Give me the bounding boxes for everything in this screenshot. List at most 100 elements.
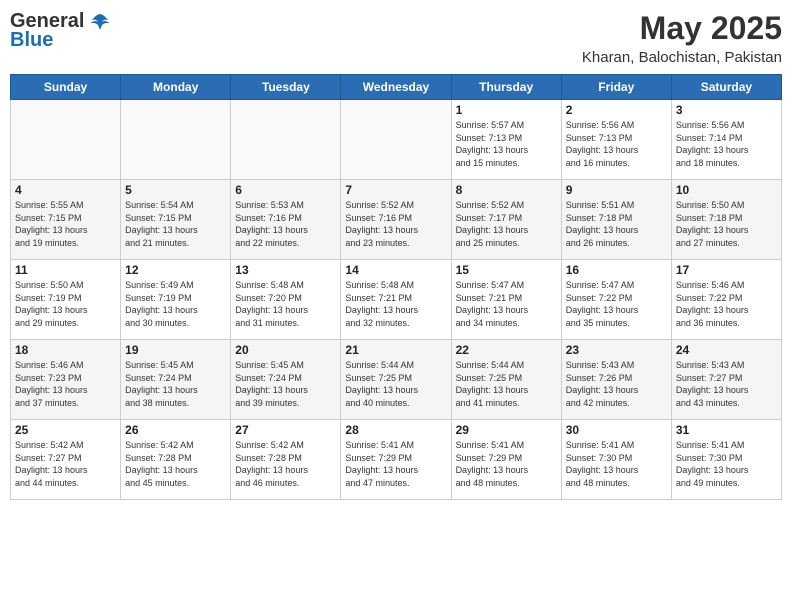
day-number: 19 <box>125 343 226 357</box>
table-row: 3 Sunrise: 5:56 AM Sunset: 7:14 PM Daylig… <box>671 100 781 180</box>
table-row: 11Sunrise: 5:50 AM Sunset: 7:19 PM Dayli… <box>11 260 121 340</box>
day-info: Sunrise: 5:46 AM Sunset: 7:22 PM Dayligh… <box>676 279 777 329</box>
table-row: 4 Sunrise: 5:55 AM Sunset: 7:15 PM Daylig… <box>11 180 121 260</box>
day-number: 8 <box>456 183 557 197</box>
table-row: 26 Sunrise: 5:42 AM Sunset: 7:28 PM Dayli… <box>121 420 231 500</box>
main-title: May 2025 <box>582 10 782 47</box>
table-row <box>341 100 451 180</box>
table-row: 2 Sunrise: 5:56 AM Sunset: 7:13 PM Daylig… <box>561 100 671 180</box>
calendar-week-5: 25 Sunrise: 5:42 AM Sunset: 7:27 PM Dayli… <box>11 420 782 500</box>
day-info: Sunrise: 5:51 AM Sunset: 7:18 PM Dayligh… <box>566 199 667 249</box>
day-number: 7 <box>345 183 446 197</box>
table-row: 21 Sunrise: 5:44 AM Sunset: 7:25 PM Dayli… <box>341 340 451 420</box>
day-info: Sunrise: 5:41 AM Sunset: 7:30 PM Dayligh… <box>566 439 667 489</box>
col-tuesday: Tuesday <box>231 75 341 100</box>
day-number: 21 <box>345 343 446 357</box>
table-row: 18Sunrise: 5:46 AM Sunset: 7:23 PM Dayli… <box>11 340 121 420</box>
day-info: Sunrise: 5:44 AM Sunset: 7:25 PM Dayligh… <box>345 359 446 409</box>
day-number: 31 <box>676 423 777 437</box>
day-info: Sunrise: 5:47 AM Sunset: 7:22 PM Dayligh… <box>566 279 667 329</box>
table-row: 16 Sunrise: 5:47 AM Sunset: 7:22 PM Dayli… <box>561 260 671 340</box>
table-row: 14 Sunrise: 5:48 AM Sunset: 7:21 PM Dayli… <box>341 260 451 340</box>
col-thursday: Thursday <box>451 75 561 100</box>
day-number: 29 <box>456 423 557 437</box>
day-number: 25 <box>15 423 116 437</box>
day-number: 5 <box>125 183 226 197</box>
calendar-week-4: 18Sunrise: 5:46 AM Sunset: 7:23 PM Dayli… <box>11 340 782 420</box>
table-row: 10 Sunrise: 5:50 AM Sunset: 7:18 PM Dayli… <box>671 180 781 260</box>
table-row: 24 Sunrise: 5:43 AM Sunset: 7:27 PM Dayli… <box>671 340 781 420</box>
day-info: Sunrise: 5:57 AM Sunset: 7:13 PM Dayligh… <box>456 119 557 169</box>
day-number: 15 <box>456 263 557 277</box>
logo-bird-icon <box>88 12 112 32</box>
table-row: 28 Sunrise: 5:41 AM Sunset: 7:29 PM Dayli… <box>341 420 451 500</box>
day-info: Sunrise: 5:56 AM Sunset: 7:13 PM Dayligh… <box>566 119 667 169</box>
day-number: 14 <box>345 263 446 277</box>
table-row: 31 Sunrise: 5:41 AM Sunset: 7:30 PM Dayli… <box>671 420 781 500</box>
calendar-table: Sunday Monday Tuesday Wednesday Thursday… <box>10 74 782 500</box>
day-number: 9 <box>566 183 667 197</box>
day-info: Sunrise: 5:42 AM Sunset: 7:27 PM Dayligh… <box>15 439 116 489</box>
table-row: 30Sunrise: 5:41 AM Sunset: 7:30 PM Dayli… <box>561 420 671 500</box>
day-info: Sunrise: 5:56 AM Sunset: 7:14 PM Dayligh… <box>676 119 777 169</box>
table-row: 20 Sunrise: 5:45 AM Sunset: 7:24 PM Dayli… <box>231 340 341 420</box>
table-row: 13Sunrise: 5:48 AM Sunset: 7:20 PM Dayli… <box>231 260 341 340</box>
day-info: Sunrise: 5:42 AM Sunset: 7:28 PM Dayligh… <box>235 439 336 489</box>
calendar-week-3: 11Sunrise: 5:50 AM Sunset: 7:19 PM Dayli… <box>11 260 782 340</box>
day-number: 3 <box>676 103 777 117</box>
day-info: Sunrise: 5:50 AM Sunset: 7:18 PM Dayligh… <box>676 199 777 249</box>
day-info: Sunrise: 5:41 AM Sunset: 7:29 PM Dayligh… <box>345 439 446 489</box>
table-row: 5 Sunrise: 5:54 AM Sunset: 7:15 PM Daylig… <box>121 180 231 260</box>
col-wednesday: Wednesday <box>341 75 451 100</box>
table-row: 27 Sunrise: 5:42 AM Sunset: 7:28 PM Dayli… <box>231 420 341 500</box>
table-row <box>231 100 341 180</box>
day-number: 12 <box>125 263 226 277</box>
title-area: May 2025 Kharan, Balochistan, Pakistan <box>582 10 782 66</box>
col-monday: Monday <box>121 75 231 100</box>
day-number: 6 <box>235 183 336 197</box>
table-row: 7 Sunrise: 5:52 AM Sunset: 7:16 PM Daylig… <box>341 180 451 260</box>
day-number: 16 <box>566 263 667 277</box>
day-number: 22 <box>456 343 557 357</box>
day-info: Sunrise: 5:46 AM Sunset: 7:23 PM Dayligh… <box>15 359 116 409</box>
day-info: Sunrise: 5:42 AM Sunset: 7:28 PM Dayligh… <box>125 439 226 489</box>
table-row: 6Sunrise: 5:53 AM Sunset: 7:16 PM Daylig… <box>231 180 341 260</box>
day-info: Sunrise: 5:47 AM Sunset: 7:21 PM Dayligh… <box>456 279 557 329</box>
col-saturday: Saturday <box>671 75 781 100</box>
day-info: Sunrise: 5:48 AM Sunset: 7:21 PM Dayligh… <box>345 279 446 329</box>
day-number: 13 <box>235 263 336 277</box>
day-info: Sunrise: 5:45 AM Sunset: 7:24 PM Dayligh… <box>125 359 226 409</box>
subtitle: Kharan, Balochistan, Pakistan <box>582 49 782 66</box>
day-info: Sunrise: 5:44 AM Sunset: 7:25 PM Dayligh… <box>456 359 557 409</box>
day-info: Sunrise: 5:45 AM Sunset: 7:24 PM Dayligh… <box>235 359 336 409</box>
calendar-week-2: 4 Sunrise: 5:55 AM Sunset: 7:15 PM Daylig… <box>11 180 782 260</box>
day-info: Sunrise: 5:43 AM Sunset: 7:26 PM Dayligh… <box>566 359 667 409</box>
table-row: 29Sunrise: 5:41 AM Sunset: 7:29 PM Dayli… <box>451 420 561 500</box>
day-number: 20 <box>235 343 336 357</box>
day-number: 2 <box>566 103 667 117</box>
day-number: 27 <box>235 423 336 437</box>
logo: General Blue <box>10 10 112 52</box>
table-row <box>11 100 121 180</box>
table-row: 19 Sunrise: 5:45 AM Sunset: 7:24 PM Dayli… <box>121 340 231 420</box>
table-row: 1Sunrise: 5:57 AM Sunset: 7:13 PM Daylig… <box>451 100 561 180</box>
table-row: 12Sunrise: 5:49 AM Sunset: 7:19 PM Dayli… <box>121 260 231 340</box>
day-info: Sunrise: 5:54 AM Sunset: 7:15 PM Dayligh… <box>125 199 226 249</box>
day-info: Sunrise: 5:52 AM Sunset: 7:17 PM Dayligh… <box>456 199 557 249</box>
day-number: 28 <box>345 423 446 437</box>
day-number: 10 <box>676 183 777 197</box>
table-row: 23 Sunrise: 5:43 AM Sunset: 7:26 PM Dayli… <box>561 340 671 420</box>
day-info: Sunrise: 5:43 AM Sunset: 7:27 PM Dayligh… <box>676 359 777 409</box>
day-number: 26 <box>125 423 226 437</box>
day-info: Sunrise: 5:41 AM Sunset: 7:30 PM Dayligh… <box>676 439 777 489</box>
table-row: 22 Sunrise: 5:44 AM Sunset: 7:25 PM Dayli… <box>451 340 561 420</box>
day-number: 4 <box>15 183 116 197</box>
day-info: Sunrise: 5:55 AM Sunset: 7:15 PM Dayligh… <box>15 199 116 249</box>
table-row: 15 Sunrise: 5:47 AM Sunset: 7:21 PM Dayli… <box>451 260 561 340</box>
page-header: General Blue May 2025 Kharan, Balochista… <box>10 10 782 66</box>
day-number: 17 <box>676 263 777 277</box>
table-row: 25 Sunrise: 5:42 AM Sunset: 7:27 PM Dayli… <box>11 420 121 500</box>
day-number: 24 <box>676 343 777 357</box>
day-number: 23 <box>566 343 667 357</box>
day-info: Sunrise: 5:52 AM Sunset: 7:16 PM Dayligh… <box>345 199 446 249</box>
